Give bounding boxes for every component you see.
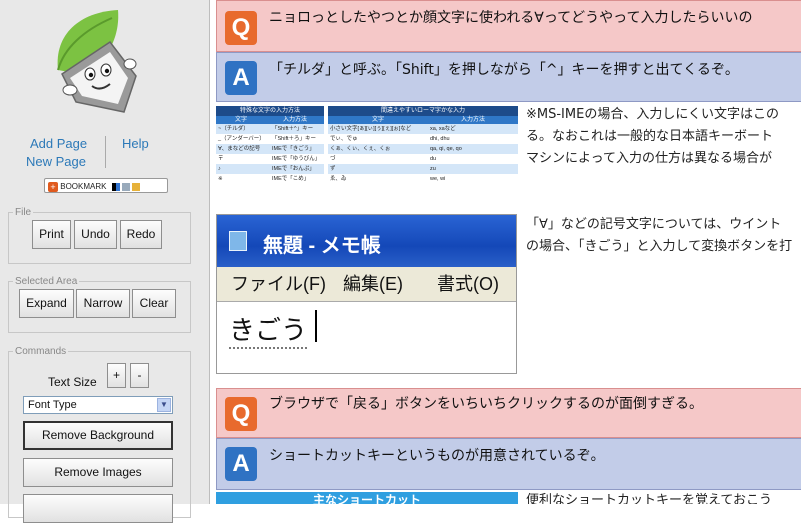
remove-background-button[interactable]: Remove Background [23,421,173,450]
text-size-label: Text Size [48,375,97,389]
table-row: ♪ IMEで「おんぷ」 [216,164,324,174]
print-button[interactable]: Print [32,220,71,249]
table-row: 〒 IMEで「ゆうびん」 [216,154,324,164]
remove-images-button[interactable]: Remove Images [23,458,173,487]
note-text: 「∀」などの記号文字については、ウイント の場合、「きごう」と入力して変換ボタン… [526,217,793,254]
col-header-char: 文字 [234,117,247,123]
delicious-icon [111,182,120,191]
special-char-table-header: 特殊な文字の入力方法 [216,106,324,116]
text-size-decrease-button[interactable]: - [130,363,149,388]
undo-button[interactable]: Undo [74,220,117,249]
notepad-typed-text: きごう [229,310,308,349]
notepad-menu-format: 書式(O) [437,274,499,294]
question-row: Q ニョロっとしたやつとか顔文字に使われる∀ってどうやって入力したらいいの [216,0,801,52]
page-content: Q ニョロっとしたやつとか顔文字に使われる∀ってどうやって入力したらいいの A … [216,0,801,504]
redo-button[interactable]: Redo [120,220,162,249]
col-header-method: 入力方法 [282,117,307,123]
answer-row: A ショートカットキーというものが用意されているぞ。 [216,438,801,490]
question-badge: Q [225,11,257,45]
notepad-title: 無題 - メモ帳 [263,235,381,257]
table-row: _（アンダーバー） 「Shift＋ろ」キー [216,134,324,144]
share-icon [121,182,130,191]
table-row: でぃ、でゅ dhi, dhu [328,134,518,144]
leaf-mascot-logo [40,4,160,122]
question-row: Q ブラウザで「戻る」ボタンをいちいちクリックするのが面倒すぎる。 [216,388,801,438]
table-row: ず zu [328,164,518,174]
special-char-table: 特殊な文字の入力方法 文字 入力方法 ~（チルダ） 「Shift＋^」キー _（アン… [216,106,324,184]
table-row: ※ IMEで「こめ」 [216,174,324,184]
romaji-table-header: 間違えやすいローマ字かな入力 [328,106,518,116]
notepad-title-bar: 無題 - メモ帳 [217,215,516,267]
notepad-edit-area: きごう [217,301,516,373]
shortcut-table-header: 主なショートカット [216,492,518,504]
new-page-link[interactable]: New Page [26,154,86,169]
table-row: 小さい文字[ぁ][ぃ][ぅ][ぇ][ぉ]など xa, xaなど [328,124,518,134]
chevron-down-icon: ▼ [157,398,171,412]
add-page-link[interactable]: Add Page [30,136,87,151]
selected-area-legend: Selected Area [15,276,78,287]
narrow-button[interactable]: Narrow [76,289,130,318]
question-text: ニョロっとしたやつとか顔文字に使われる∀ってどうやって入力したらいいの [269,10,753,26]
question-badge: Q [225,397,257,431]
table-row: ~（チルダ） 「Shift＋^」キー [216,124,324,134]
link-separator [105,136,106,168]
col-header-method: 入力方法 [460,117,485,123]
favorite-icon [132,182,141,191]
answer-text: 「チルダ」と呼ぶ。「Shift」を押しながら「^」キーを押すと出てくるぞ。 [269,62,739,78]
romaji-table: 間違えやすいローマ字かな入力 文字 入力方法 小さい文字[ぁ][ぃ][ぅ][ぇ][… [328,106,518,184]
next-command-button[interactable] [23,494,173,523]
notepad-screenshot: 無題 - メモ帳 ファイル(F) 編集(E) 書式(O) きごう [216,214,517,374]
font-type-select[interactable]: Font Type ▼ [23,396,173,414]
text-caret [315,310,317,342]
sidebar: Add Page Help New Page + BOOKMARK File P… [0,0,210,523]
table-row: ゑ、ゐ we, wi [328,174,518,184]
clear-button[interactable]: Clear [132,289,176,318]
file-group-legend: File [15,207,32,218]
font-type-value: Font Type [28,399,77,411]
notepad-icon [229,231,247,251]
notepad-menu-file: ファイル(F) [231,274,326,294]
table-row: くぁ、くぃ、くぇ、くぉ qa, qi, qe, qo [328,144,518,154]
note-text: ※MS-IMEの場合、入力しにくい文字はこの る。なおこれは一般的な日本語キーボ… [526,107,780,166]
answer-text: ショートカットキーというものが用意されているぞ。 [269,448,605,464]
table-row: ∀、まなどの記号 IMEで「きごう」 [216,144,324,154]
answer-row: A 「チルダ」と呼ぶ。「Shift」を押しながら「^」キーを押すと出てくるぞ。 [216,52,801,102]
table-row: づ du [328,154,518,164]
col-header-char: 文字 [371,117,384,123]
notepad-menu-bar: ファイル(F) 編集(E) 書式(O) [217,267,516,301]
commands-legend: Commands [15,346,67,357]
text-size-increase-button[interactable]: + [107,363,126,388]
bookmark-label: BOOKMARK [60,182,107,191]
expand-button[interactable]: Expand [19,289,74,318]
help-link[interactable]: Help [122,136,149,151]
answer-badge: A [225,61,257,95]
bookmark-plus-icon: + [48,181,58,192]
answer-badge: A [225,447,257,481]
note-text: 便利なショートカットキーを覚えておこう [526,493,772,504]
bookmark-button[interactable]: + BOOKMARK [44,178,168,193]
input-method-table-image: 特殊な文字の入力方法 文字 入力方法 ~（チルダ） 「Shift＋^」キー _（アン… [216,106,518,198]
notepad-menu-edit: 編集(E) [343,274,403,294]
question-text: ブラウザで「戻る」ボタンをいちいちクリックするのが面倒すぎる。 [269,396,703,412]
